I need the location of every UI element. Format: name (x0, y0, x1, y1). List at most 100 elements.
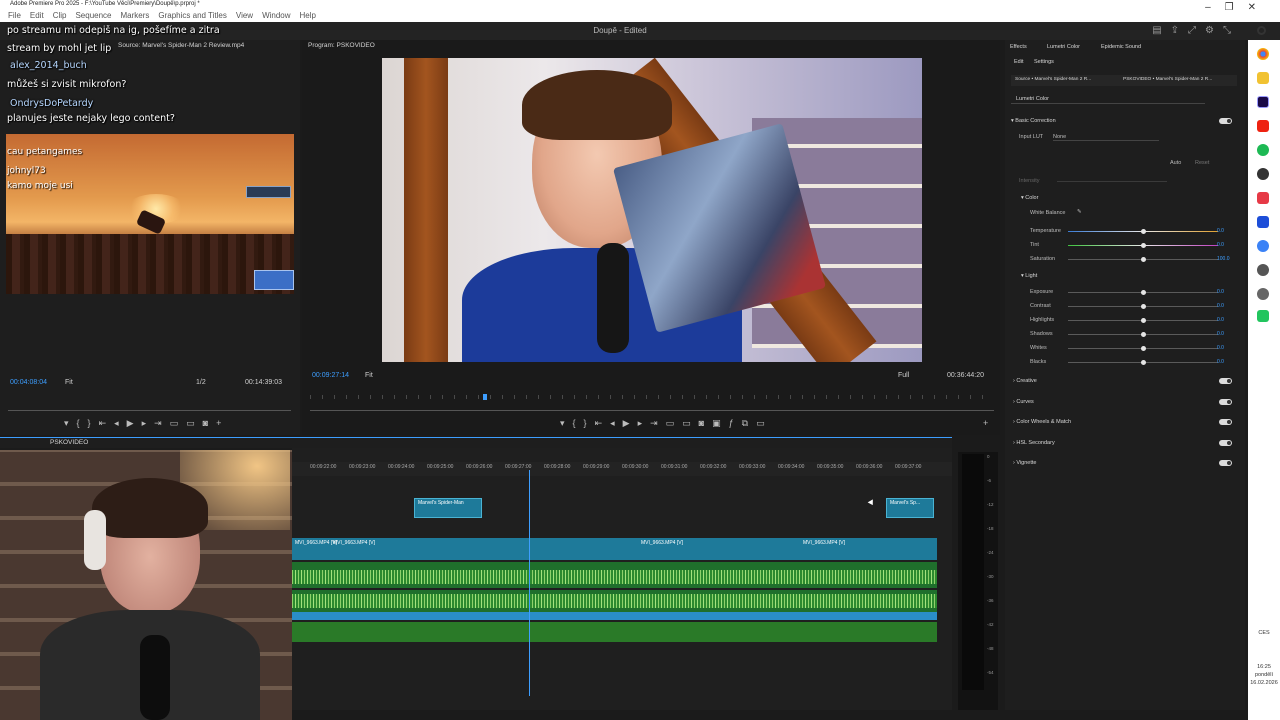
youtube-icon[interactable] (1257, 120, 1269, 132)
timeline-clip[interactable]: MVI_9663.MP4 [V] (638, 539, 686, 547)
color-subsection[interactable]: ▾ Color (1021, 195, 1038, 201)
subtab-settings[interactable]: Settings (1034, 59, 1054, 65)
input-lut-select[interactable]: None (1053, 134, 1159, 141)
out-point-icon[interactable]: } (584, 418, 595, 428)
program-fit-select[interactable]: Fit (365, 372, 373, 379)
slider-knob[interactable] (1141, 257, 1146, 262)
slider-value[interactable]: 0.0 (1217, 289, 1224, 295)
marker-icon[interactable]: ▾ (560, 418, 573, 428)
slider-knob[interactable] (1141, 332, 1146, 337)
slider-value[interactable]: 100.0 (1217, 256, 1230, 262)
basic-correction-toggle[interactable] (1219, 118, 1232, 124)
obs-icon[interactable] (1257, 168, 1269, 180)
timeline-playhead[interactable] (529, 470, 530, 696)
vr-icon[interactable]: ▭ (756, 418, 773, 428)
maximize-icon[interactable]: ❐ (1225, 2, 1248, 13)
play-icon[interactable]: ▶ (127, 418, 142, 428)
settings-icon[interactable]: ⚙ (1205, 25, 1223, 36)
step-back-icon[interactable]: ◂ (114, 418, 127, 428)
program-playhead-marker[interactable] (483, 394, 487, 400)
intensity-slider[interactable] (1057, 181, 1167, 182)
slider-value[interactable]: 0.0 (1217, 303, 1224, 309)
slider-knob[interactable] (1141, 360, 1146, 365)
export-frame-icon[interactable]: ◙ (203, 418, 216, 428)
premiere-icon[interactable] (1257, 96, 1269, 108)
section-toggle[interactable] (1219, 378, 1232, 384)
app-icon[interactable] (1257, 240, 1269, 252)
timeline-clip[interactable]: Marvel's Sp... (886, 498, 934, 518)
timeline-clip[interactable]: MVI_9663.MP4 [V] (800, 539, 848, 547)
close-icon[interactable]: ✕ (1248, 2, 1270, 13)
timeline-clip[interactable]: MVI_9663.MP4 [V] (330, 539, 378, 547)
tray-language[interactable]: CES (1250, 630, 1278, 636)
timeline-clip[interactable]: Marvel's Spider-Man (414, 498, 482, 518)
export-frame-icon[interactable]: ◙ (699, 418, 712, 428)
in-point-icon[interactable]: { (573, 418, 584, 428)
adjust-slider[interactable] (1068, 290, 1218, 295)
adjust-slider[interactable] (1068, 243, 1218, 248)
step-forward-icon[interactable]: ▸ (638, 418, 651, 428)
tab-effects[interactable]: Effects (1010, 44, 1027, 50)
menu-edit[interactable]: Edit (30, 11, 44, 20)
audio-track-a2[interactable] (292, 590, 937, 612)
add-button-icon[interactable]: + (983, 418, 996, 428)
share-icon[interactable]: ⇪ (1171, 25, 1188, 36)
lumetri-section-header[interactable]: › Color Wheels & Match (1013, 419, 1071, 425)
expand-icon[interactable]: ⤡ (1223, 25, 1240, 36)
search-icon[interactable] (1257, 26, 1266, 35)
add-button-icon[interactable]: + (216, 418, 229, 428)
tab-epidemic-sound[interactable]: Epidemic Sound (1101, 44, 1141, 50)
go-to-out-icon[interactable]: ⇥ (154, 418, 170, 428)
source-tab-sequence[interactable]: PSKOVIDEO • Marvel's Spider-Man 2 R... (1123, 77, 1212, 82)
adjust-slider[interactable] (1068, 332, 1218, 337)
slider-knob[interactable] (1141, 346, 1146, 351)
step-forward-icon[interactable]: ▸ (142, 418, 155, 428)
spotify-icon[interactable] (1257, 144, 1269, 156)
program-timecode[interactable]: 00:09:27:14 (312, 372, 349, 379)
minimize-icon[interactable]: – (1205, 2, 1225, 13)
menu-sequence[interactable]: Sequence (75, 11, 111, 20)
auto-button[interactable]: Auto (1170, 160, 1181, 166)
step-back-icon[interactable]: ◂ (610, 418, 623, 428)
trim-icon[interactable]: ⧉ (742, 418, 756, 428)
slider-knob[interactable] (1141, 229, 1146, 234)
program-monitor-tab[interactable]: Program: PSKOVIDEO (308, 42, 375, 49)
source-timecode[interactable]: 00:04:08:04 (10, 379, 47, 386)
slider-value[interactable]: 0.0 (1217, 228, 1224, 234)
lumetri-section-header[interactable]: › Creative (1013, 378, 1037, 384)
menu-file[interactable]: File (8, 11, 21, 20)
overwrite-icon[interactable]: ▭ (186, 418, 203, 428)
audio-track-a4[interactable] (292, 622, 937, 642)
section-toggle[interactable] (1219, 419, 1232, 425)
lift-icon[interactable]: ▭ (666, 418, 683, 428)
app-icon[interactable] (1257, 192, 1269, 204)
out-point-icon[interactable]: } (88, 418, 99, 428)
adjust-slider[interactable] (1068, 257, 1218, 262)
app-icon[interactable] (1257, 288, 1269, 300)
basic-correction-header[interactable]: ▾ Basic Correction (1011, 118, 1056, 124)
source-ratio-select[interactable]: 1/2 (196, 379, 206, 386)
menu-clip[interactable]: Clip (53, 11, 67, 20)
audio-track-a3[interactable] (292, 612, 937, 620)
slider-knob[interactable] (1141, 318, 1146, 323)
tab-lumetri-color[interactable]: Lumetri Color (1047, 44, 1080, 50)
source-scrubber[interactable] (8, 410, 291, 411)
menu-help[interactable]: Help (300, 11, 316, 20)
tray-time[interactable]: 16:25 (1250, 664, 1278, 670)
slider-value[interactable]: 0.0 (1217, 331, 1224, 337)
menu-window[interactable]: Window (262, 11, 290, 20)
adjust-slider[interactable] (1068, 304, 1218, 309)
lumetri-section-header[interactable]: › HSL Secondary (1013, 440, 1055, 446)
adjust-slider[interactable] (1068, 346, 1218, 351)
lumetri-section-header[interactable]: › Curves (1013, 399, 1034, 405)
program-quality-select[interactable]: Full (898, 372, 909, 379)
section-toggle[interactable] (1219, 460, 1232, 466)
workspace-icon[interactable]: ▤ (1152, 25, 1170, 36)
chrome-icon[interactable] (1257, 48, 1269, 60)
slider-value[interactable]: 0.0 (1217, 242, 1224, 248)
slider-knob[interactable] (1141, 290, 1146, 295)
extract-icon[interactable]: ▭ (682, 418, 699, 428)
sequence-tab[interactable]: PSKOVIDEO (50, 439, 88, 446)
slider-value[interactable]: 0.0 (1217, 359, 1224, 365)
go-to-in-icon[interactable]: ⇤ (99, 418, 115, 428)
